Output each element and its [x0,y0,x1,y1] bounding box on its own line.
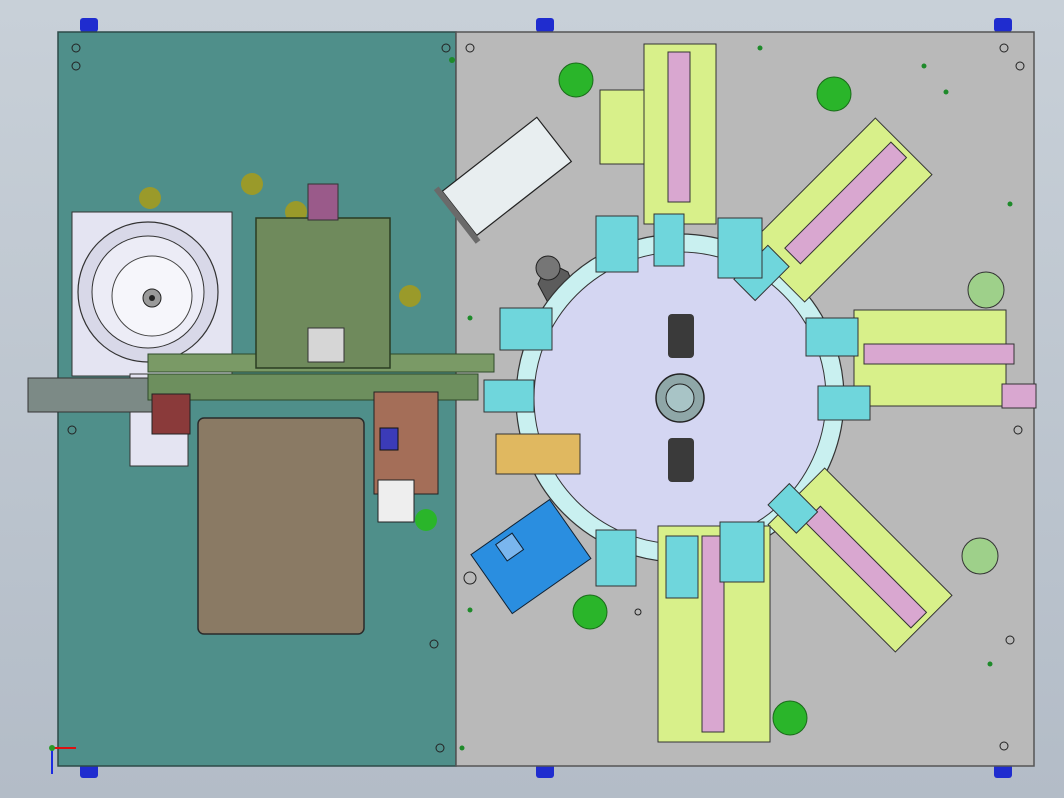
pad [399,285,421,307]
cad-assembly-drawing [27,18,1037,778]
foot [994,18,1012,32]
fixture [495,433,581,475]
pad [241,173,263,195]
fixture [717,217,763,279]
pad [415,509,437,531]
fixture [595,529,637,587]
fixture [805,317,859,357]
station-flange [1001,383,1037,409]
fixture [499,307,553,351]
gauge-disk [961,537,999,575]
pad [139,187,161,209]
foot [536,18,554,32]
fixture [595,215,639,273]
collector-bin [197,417,365,635]
fixture [719,521,765,583]
foot [80,18,98,32]
fixture [817,385,871,421]
fixture [483,379,535,413]
gauge-disk [967,271,1005,309]
